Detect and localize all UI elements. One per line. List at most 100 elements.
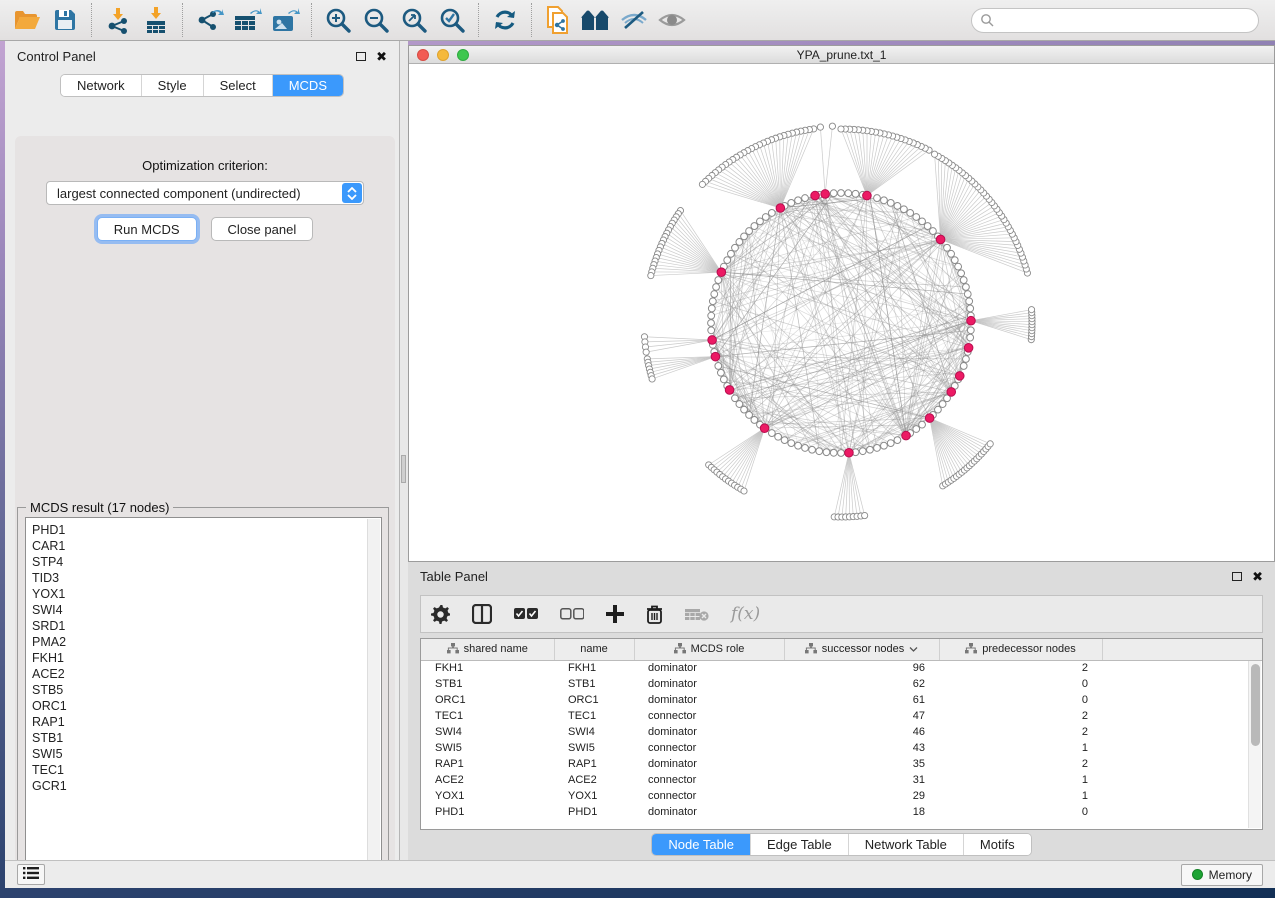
mcds-hub-node[interactable]: [967, 316, 976, 325]
network-node[interactable]: [809, 446, 816, 453]
splitter-grip[interactable]: [401, 455, 406, 483]
table-row[interactable]: SWI4SWI4dominator462: [421, 724, 1263, 740]
network-node[interactable]: [717, 369, 724, 376]
mcds-result-item[interactable]: SWI5: [32, 746, 381, 762]
network-node[interactable]: [708, 327, 715, 334]
table-row[interactable]: SWI5SWI5connector431: [421, 740, 1263, 756]
network-node[interactable]: [802, 445, 809, 452]
mcds-result-item[interactable]: ACE2: [32, 666, 381, 682]
mcds-hub-node[interactable]: [711, 352, 720, 361]
network-node[interactable]: [736, 239, 743, 246]
network-node[interactable]: [711, 291, 718, 298]
network-node[interactable]: [887, 199, 894, 206]
mcds-result-item[interactable]: STB1: [32, 730, 381, 746]
network-node[interactable]: [741, 406, 748, 413]
network-node[interactable]: [930, 228, 937, 235]
close-panel-icon[interactable]: ✖: [376, 50, 387, 63]
network-node[interactable]: [830, 190, 837, 197]
delete-column-button[interactable]: [646, 605, 663, 624]
mcds-hub-node[interactable]: [964, 344, 973, 353]
float-table-panel-icon[interactable]: [1232, 572, 1242, 581]
mcds-list-scrollbar[interactable]: [367, 519, 380, 870]
network-node[interactable]: [951, 257, 958, 264]
mcds-result-item[interactable]: FKH1: [32, 650, 381, 666]
network-node[interactable]: [913, 426, 920, 433]
network-node[interactable]: [845, 190, 852, 197]
network-node[interactable]: [966, 298, 973, 305]
add-column-button[interactable]: [606, 605, 624, 623]
tab-style[interactable]: Style: [141, 75, 203, 96]
save-session-button[interactable]: [46, 4, 84, 36]
network-node[interactable]: [939, 401, 946, 408]
network-node[interactable]: [907, 210, 914, 217]
mcds-hub-node[interactable]: [902, 431, 911, 440]
network-node[interactable]: [958, 270, 965, 277]
network-node[interactable]: [788, 440, 795, 447]
network-node[interactable]: [768, 430, 775, 437]
mcds-result-item[interactable]: YOX1: [32, 586, 381, 602]
mcds-hub-node[interactable]: [821, 190, 830, 199]
network-node[interactable]: [775, 433, 782, 440]
zoom-out-button[interactable]: [357, 4, 395, 36]
column-header-predecessor-nodes[interactable]: predecessor nodes: [939, 639, 1102, 660]
network-node[interactable]: [894, 202, 901, 209]
network-node[interactable]: [894, 437, 901, 444]
network-node[interactable]: [795, 442, 802, 449]
mcds-hub-node[interactable]: [863, 191, 872, 200]
table-row[interactable]: PHD1PHD1dominator180: [421, 804, 1263, 820]
network-node[interactable]: [955, 263, 962, 270]
network-node[interactable]: [859, 448, 866, 455]
memory-button[interactable]: Memory: [1181, 864, 1263, 886]
network-node[interactable]: [768, 210, 775, 217]
column-layout-button[interactable]: [472, 604, 492, 624]
table-row[interactable]: TEC1TEC1connector472: [421, 708, 1263, 724]
table-row[interactable]: RAP1RAP1dominator352: [421, 756, 1263, 772]
tab-edge-table[interactable]: Edge Table: [750, 834, 848, 855]
network-node[interactable]: [746, 412, 753, 419]
tab-motifs[interactable]: Motifs: [963, 834, 1031, 855]
network-leaf-node[interactable]: [829, 123, 835, 129]
network-node[interactable]: [736, 401, 743, 408]
network-node[interactable]: [967, 334, 974, 341]
table-row[interactable]: STB1STB1dominator620: [421, 676, 1263, 692]
import-table-button[interactable]: [137, 4, 175, 36]
network-leaf-node[interactable]: [741, 488, 747, 494]
mcds-result-item[interactable]: TEC1: [32, 762, 381, 778]
network-leaf-node[interactable]: [838, 126, 844, 132]
network-node[interactable]: [913, 214, 920, 221]
select-all-button[interactable]: [514, 608, 538, 621]
network-leaf-node[interactable]: [817, 124, 823, 130]
network-node[interactable]: [838, 190, 845, 197]
mcds-result-item[interactable]: TID3: [32, 570, 381, 586]
network-leaf-node[interactable]: [931, 151, 937, 157]
network-node[interactable]: [964, 291, 971, 298]
network-node[interactable]: [881, 197, 888, 204]
mcds-hub-node[interactable]: [717, 268, 726, 277]
zoom-in-button[interactable]: [319, 4, 357, 36]
tab-mcds[interactable]: MCDS: [272, 75, 343, 96]
network-node[interactable]: [708, 312, 715, 319]
network-node[interactable]: [751, 223, 758, 230]
close-panel-button[interactable]: Close panel: [211, 217, 314, 241]
network-node[interactable]: [757, 218, 764, 225]
network-node[interactable]: [762, 214, 769, 221]
table-row[interactable]: ACE2ACE2connector311: [421, 772, 1263, 788]
show-all-button[interactable]: [653, 4, 691, 36]
network-node[interactable]: [788, 199, 795, 206]
network-node[interactable]: [715, 363, 722, 370]
network-leaf-node[interactable]: [648, 272, 654, 278]
network-node[interactable]: [751, 417, 758, 424]
network-leaf-node[interactable]: [987, 441, 993, 447]
network-node[interactable]: [967, 305, 974, 312]
mcds-result-item[interactable]: SWI4: [32, 602, 381, 618]
mcds-result-item[interactable]: STB5: [32, 682, 381, 698]
mcds-result-item[interactable]: ORC1: [32, 698, 381, 714]
network-node[interactable]: [732, 244, 739, 251]
table-row[interactable]: ORC1ORC1dominator610: [421, 692, 1263, 708]
column-header-shared-name[interactable]: shared name: [421, 639, 554, 660]
search-box[interactable]: [971, 8, 1259, 33]
mcds-hub-node[interactable]: [708, 336, 717, 345]
network-node[interactable]: [795, 197, 802, 204]
network-node[interactable]: [852, 190, 859, 197]
network-node[interactable]: [963, 356, 970, 363]
